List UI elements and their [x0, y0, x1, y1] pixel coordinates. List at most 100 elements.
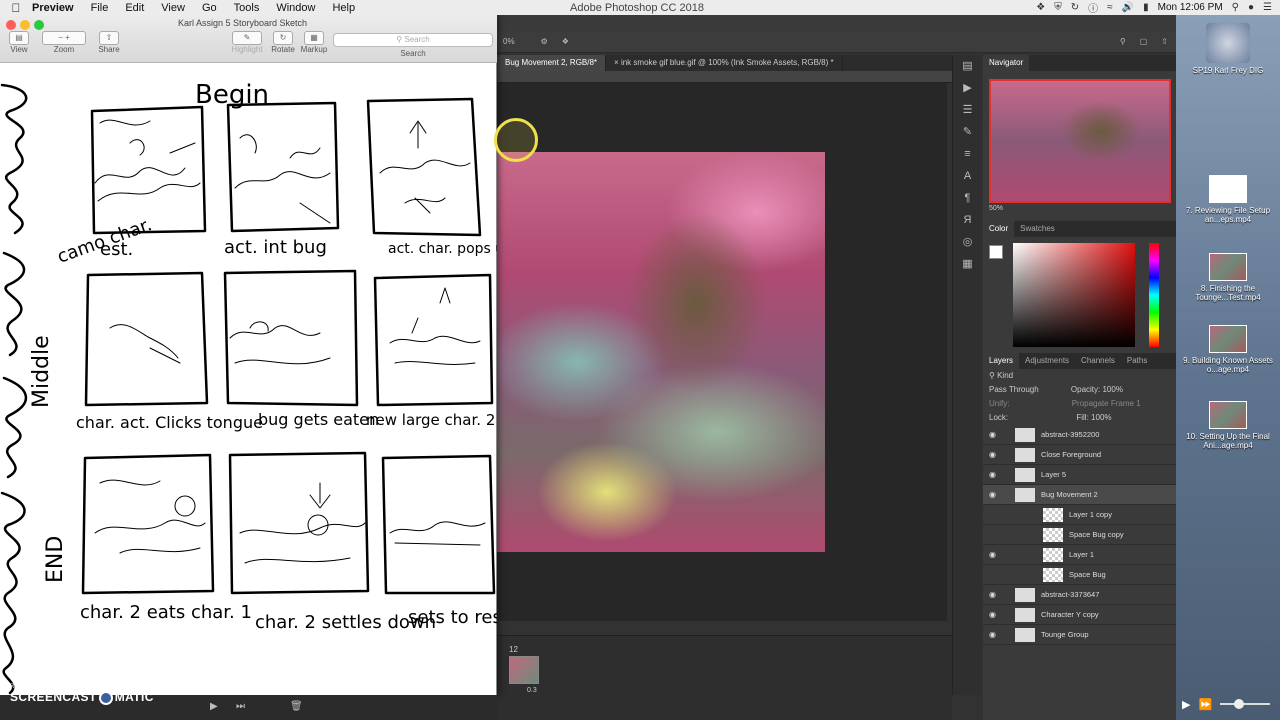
paragraph-icon[interactable]: ¶: [953, 187, 982, 209]
tab-ink-smoke[interactable]: × ink smoke gif blue.gif @ 100% (Ink Smo…: [606, 55, 843, 71]
close-icon[interactable]: ×: [614, 58, 621, 67]
propagate-checkbox[interactable]: Propagate Frame 1: [1072, 399, 1141, 408]
kind-select[interactable]: Kind: [997, 371, 1013, 380]
battery-icon[interactable]: ▮: [1143, 2, 1149, 13]
markup-button[interactable]: ▦ Markup: [300, 31, 328, 54]
siri-icon[interactable]: ●: [1248, 2, 1254, 13]
zoom-window-button[interactable]: [34, 20, 44, 30]
workspace-icon[interactable]: ▢: [1140, 37, 1148, 46]
tab-bug-movement[interactable]: Bug Movement 2, RGB/8*: [497, 55, 607, 71]
color-picker[interactable]: [983, 237, 1176, 349]
storyboard-sketch[interactable]: Begin camo char. Middle END est. act. in…: [0, 63, 497, 695]
volume-icon[interactable]: 🔊: [1122, 2, 1134, 13]
rotate-button[interactable]: ↻ Rotate: [270, 31, 296, 54]
search-input[interactable]: ⚲ Search: [333, 33, 493, 47]
close-window-button[interactable]: [6, 20, 16, 30]
layer-row[interactable]: Space Bug: [983, 565, 1176, 585]
desktop-item-folder[interactable]: SP19 Karl Frey DIG: [1176, 23, 1280, 75]
visibility-eye-icon[interactable]: ◉: [989, 425, 996, 445]
glyph-icon[interactable]: Я: [953, 209, 982, 231]
volume-slider[interactable]: [1220, 699, 1271, 709]
visibility-eye-icon[interactable]: ◉: [989, 545, 996, 565]
canvas-image[interactable]: [497, 152, 825, 552]
search-icon[interactable]: ⚲: [1232, 2, 1239, 13]
layer-row[interactable]: Layer 1 copy: [983, 505, 1176, 525]
history-icon[interactable]: ▤: [953, 55, 982, 77]
shield-icon[interactable]: ⛨: [1054, 2, 1062, 13]
color-gradient[interactable]: [1013, 243, 1135, 347]
notification-list-icon[interactable]: ☰: [1263, 2, 1272, 13]
menu-help[interactable]: Help: [332, 2, 355, 14]
airbrush-icon[interactable]: ❖: [562, 37, 569, 46]
visibility-eye-icon[interactable]: ◉: [989, 605, 996, 625]
layer-row[interactable]: ◉ Close Foreground: [983, 445, 1176, 465]
visibility-eye-icon[interactable]: ◉: [989, 625, 996, 645]
tab-layers[interactable]: Layers: [983, 353, 1020, 369]
libraries-icon[interactable]: ◎: [953, 231, 982, 253]
zoom-button[interactable]: − + Zoom: [40, 31, 88, 54]
tab-adjustments[interactable]: Adjustments: [1019, 353, 1075, 369]
brush-icon[interactable]: ✎: [953, 121, 982, 143]
dropbox-icon[interactable]: ❖: [1036, 2, 1045, 13]
menu-edit[interactable]: Edit: [125, 2, 144, 14]
visibility-eye-icon[interactable]: ◉: [989, 445, 996, 465]
menu-window[interactable]: Window: [276, 2, 315, 14]
desktop-item-video[interactable]: 10. Setting Up the Final Ani...age.mp4: [1176, 401, 1280, 450]
fill-value[interactable]: 100%: [1091, 413, 1111, 422]
visibility-eye-icon[interactable]: ◉: [989, 465, 996, 485]
clock[interactable]: Mon 12:06 PM: [1158, 2, 1223, 13]
properties-icon[interactable]: ▦: [953, 253, 982, 275]
zoom-field[interactable]: 0%: [503, 37, 515, 46]
layer-row[interactable]: ◉ abstract-3373647: [983, 585, 1176, 605]
info-icon[interactable]: ⓘ: [1088, 0, 1098, 15]
canvas-area[interactable]: [497, 83, 947, 621]
play-icon[interactable]: ▶: [953, 77, 982, 99]
apple-menu-icon[interactable]: : [0, 1, 32, 15]
gear-icon[interactable]: ⚙: [541, 37, 548, 46]
fast-forward-icon[interactable]: ⏩: [1198, 698, 1212, 711]
menu-app[interactable]: Preview: [32, 2, 74, 14]
hue-slider[interactable]: [1149, 243, 1159, 347]
layer-row[interactable]: ◉ Bug Movement 2: [983, 485, 1176, 505]
sliders-icon[interactable]: ≡: [953, 143, 982, 165]
foreground-swatch[interactable]: [989, 245, 1003, 259]
layer-row[interactable]: ◉ Layer 1: [983, 545, 1176, 565]
blend-mode-select[interactable]: Pass Through: [989, 385, 1039, 394]
view-button[interactable]: ▤ View: [6, 31, 32, 54]
trash-icon[interactable]: 🗑: [290, 701, 303, 712]
tab-channels[interactable]: Channels: [1075, 353, 1121, 369]
tab-navigator[interactable]: Navigator: [983, 55, 1030, 71]
layer-row[interactable]: ◉ Layer 5: [983, 465, 1176, 485]
menu-tools[interactable]: Tools: [234, 2, 260, 14]
tab-paths[interactable]: Paths: [1121, 353, 1153, 369]
play-icon[interactable]: ▶: [1182, 698, 1190, 711]
highlight-button[interactable]: ✎ Highlight: [230, 31, 264, 54]
desktop-item-video[interactable]: 7. Reviewing File Setup an...eps.mp4: [1176, 175, 1280, 224]
desktop-item-video[interactable]: 9. Building Known Assets o...age.mp4: [1176, 325, 1280, 374]
menu-go[interactable]: Go: [202, 2, 217, 14]
layer-row[interactable]: ◉ Tounge Group: [983, 625, 1176, 645]
tab-color[interactable]: Color: [983, 221, 1015, 237]
search-icon[interactable]: ⚲: [1120, 37, 1126, 46]
desktop-item-video[interactable]: 8. Finishing the Tounge...Test.mp4: [1176, 253, 1280, 302]
visibility-eye-icon[interactable]: ◉: [989, 585, 996, 605]
frame-delay[interactable]: 0.3: [527, 687, 537, 694]
minimize-window-button[interactable]: [20, 20, 30, 30]
menu-file[interactable]: File: [91, 2, 109, 14]
type-icon[interactable]: A: [953, 165, 982, 187]
layer-row[interactable]: ◉ abstract-3952200: [983, 425, 1176, 445]
play-icon[interactable]: ▶: [210, 701, 218, 712]
navigator-thumbnail[interactable]: [988, 79, 1171, 203]
layer-row[interactable]: ◉ Character Y copy: [983, 605, 1176, 625]
tab-swatches[interactable]: Swatches: [1014, 221, 1061, 237]
sync-icon[interactable]: ↻: [1071, 2, 1079, 13]
share-button[interactable]: ⇧ Share: [96, 31, 122, 54]
layer-row[interactable]: Space Bug copy: [983, 525, 1176, 545]
share-icon[interactable]: ⇧: [1161, 37, 1168, 46]
adjust-icon[interactable]: ☰: [953, 99, 982, 121]
navigator-zoom[interactable]: 50%: [983, 203, 1176, 217]
wifi-icon[interactable]: ≈: [1107, 2, 1113, 13]
opacity-value[interactable]: 100%: [1102, 385, 1122, 394]
menu-view[interactable]: View: [161, 2, 185, 14]
next-frame-icon[interactable]: ⏭: [236, 701, 245, 712]
